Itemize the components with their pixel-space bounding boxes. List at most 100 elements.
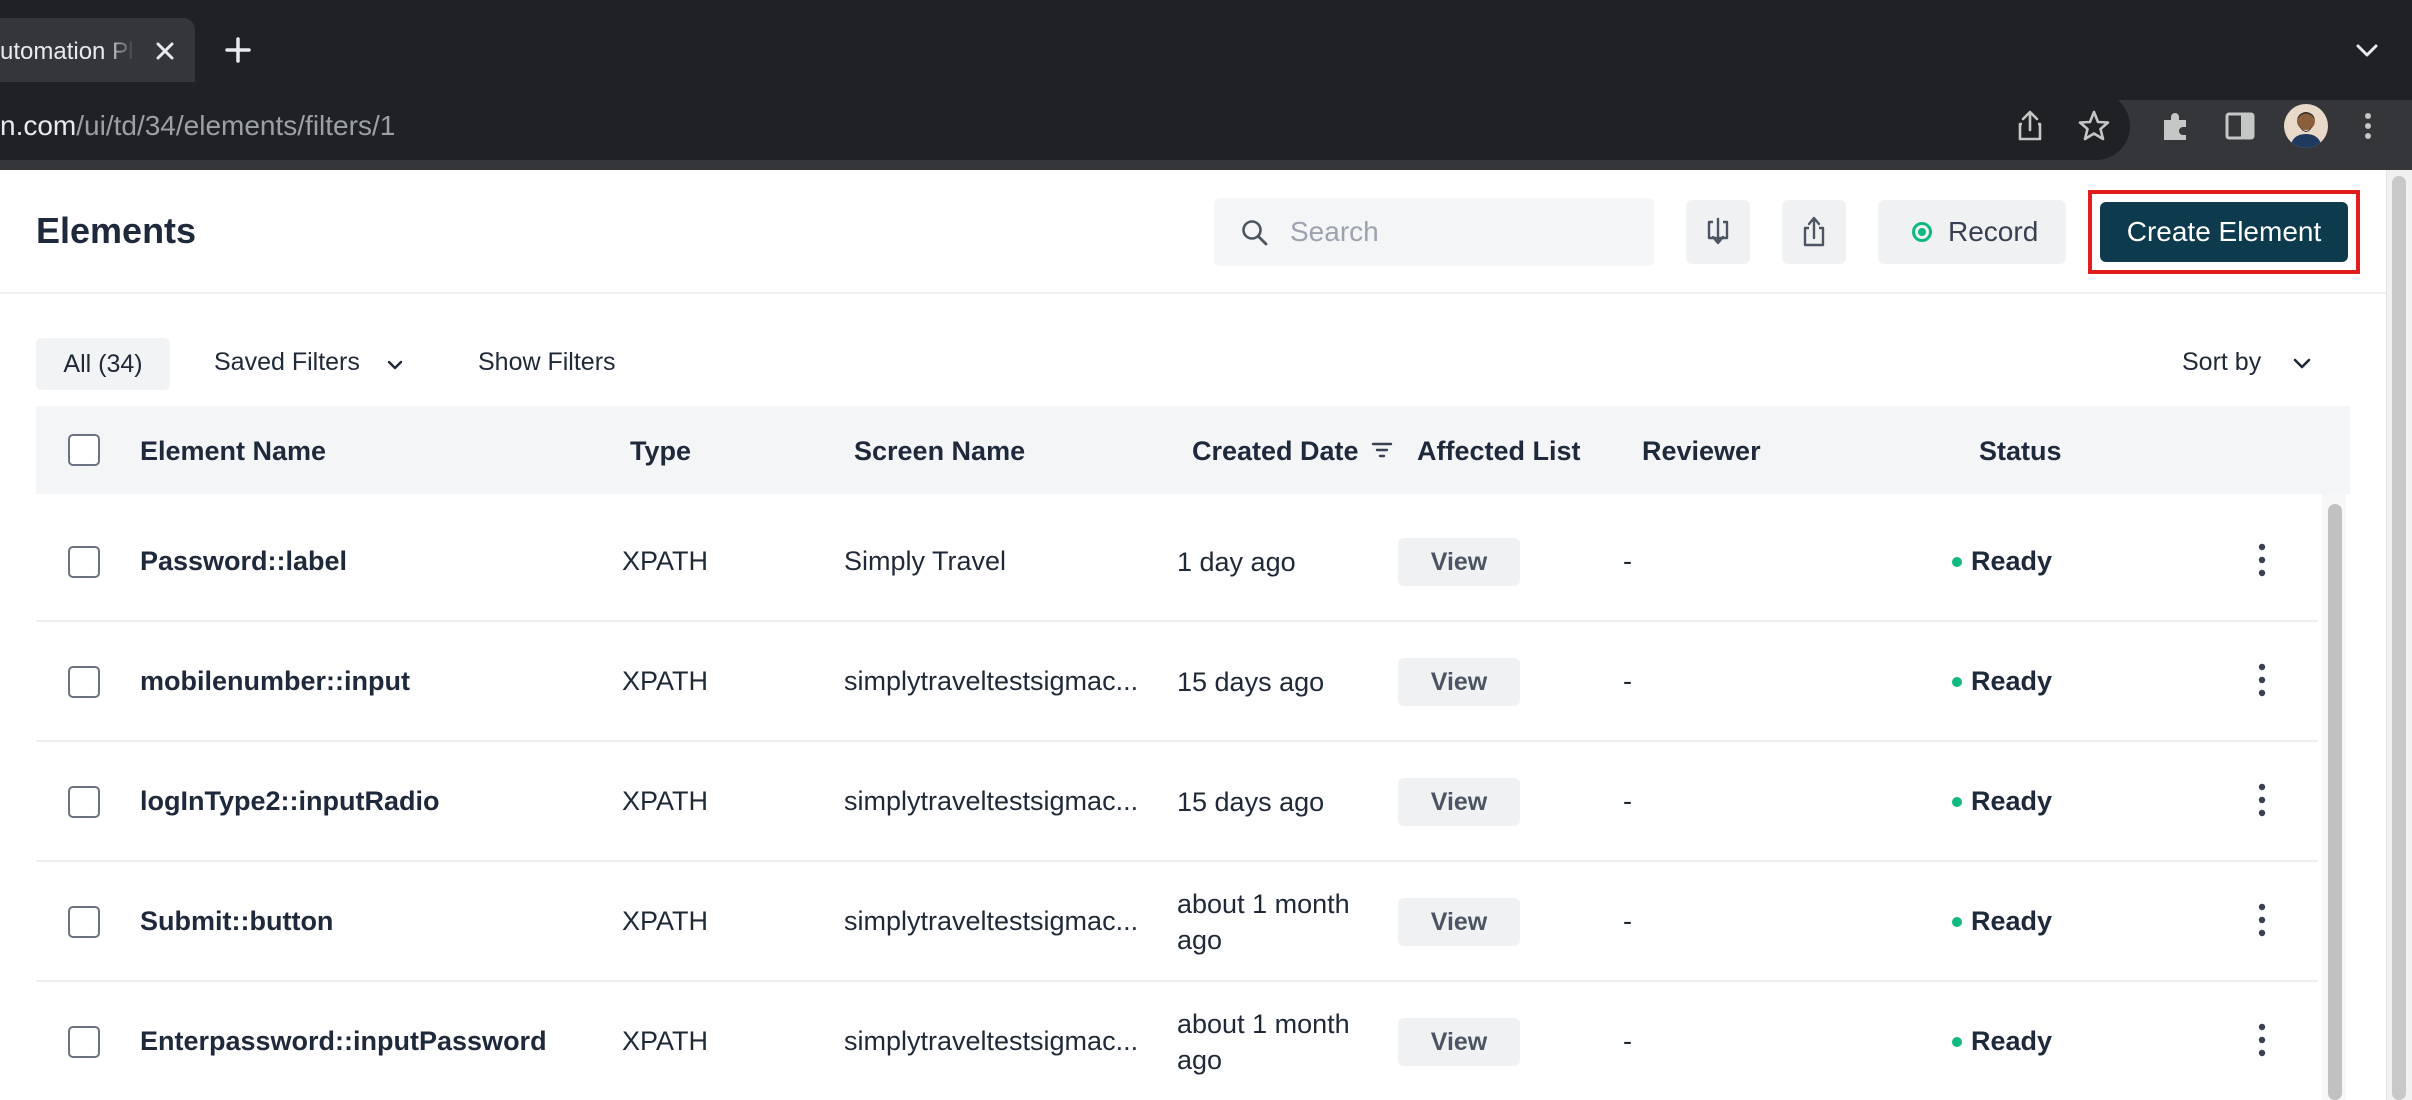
table-scrollbar-thumb[interactable]	[2328, 504, 2342, 1100]
browser-tab-bar: utomation Pl	[0, 0, 2412, 100]
reviewer: -	[1623, 1026, 1632, 1056]
element-type: XPATH	[622, 1026, 709, 1056]
filter-all-chip[interactable]: All (34)	[36, 338, 170, 390]
view-affected-list-button[interactable]: View	[1398, 658, 1520, 706]
element-name[interactable]: Enterpassword::inputPassword	[140, 1026, 547, 1057]
saved-filters-dropdown[interactable]: Saved Filters	[214, 348, 360, 377]
element-name[interactable]: logInType2::inputRadio	[140, 786, 439, 817]
profile-avatar[interactable]	[2284, 104, 2328, 148]
more-vertical-icon[interactable]	[2256, 662, 2268, 698]
column-header-created-date[interactable]: Created Date	[1192, 436, 1359, 467]
export-button[interactable]	[1782, 200, 1846, 264]
import-button[interactable]	[1686, 200, 1750, 264]
status-badge: Ready	[1971, 786, 2053, 816]
browser-tab[interactable]: utomation Pl	[0, 18, 195, 82]
column-header-status[interactable]: Status	[1979, 436, 2062, 467]
more-vertical-icon[interactable]	[2348, 106, 2388, 146]
side-panel-icon[interactable]	[2220, 106, 2260, 146]
app-header: Elements Record Create Element	[0, 170, 2412, 294]
record-label: Record	[1948, 216, 2039, 247]
reviewer: -	[1623, 906, 1632, 936]
chevron-down-icon[interactable]	[2290, 352, 2314, 376]
table-row[interactable]: Submit::button XPATH simplytraveltestsig…	[36, 862, 2318, 982]
element-name[interactable]: Submit::button	[140, 906, 333, 937]
view-affected-list-button[interactable]: View	[1398, 538, 1520, 586]
row-checkbox[interactable]	[68, 906, 100, 938]
screen-name: simplytraveltestsigmac...	[844, 786, 1139, 816]
download-icon	[1707, 217, 1729, 245]
chevron-down-icon[interactable]	[384, 354, 406, 376]
status-badge: Ready	[1971, 666, 2053, 696]
screen-name: simplytraveltestsigmac...	[844, 906, 1139, 936]
create-element-button[interactable]: Create Element	[2100, 202, 2348, 262]
search-box[interactable]	[1214, 198, 1654, 266]
more-vertical-icon[interactable]	[2256, 542, 2268, 578]
view-affected-list-button[interactable]: View	[1398, 1018, 1520, 1066]
sort-by-dropdown[interactable]: Sort by	[2182, 348, 2261, 377]
row-checkbox[interactable]	[68, 786, 100, 818]
page-scrollbar-thumb[interactable]	[2392, 176, 2406, 1100]
column-header-element-name[interactable]: Element Name	[140, 436, 326, 467]
page-title: Elements	[36, 210, 197, 251]
more-vertical-icon[interactable]	[2256, 782, 2268, 818]
column-header-screen-name[interactable]: Screen Name	[854, 436, 1025, 467]
created-date: about 1 month ago	[1177, 1009, 1350, 1075]
table-row[interactable]: Password::label XPATH Simply Travel 1 da…	[36, 502, 2318, 622]
created-date: 1 day ago	[1177, 547, 1296, 577]
view-affected-list-button[interactable]: View	[1398, 898, 1520, 946]
table-header: Element Name Type Screen Name Created Da…	[36, 406, 2350, 494]
element-type: XPATH	[622, 906, 709, 936]
upload-icon	[1803, 216, 1825, 247]
record-button[interactable]: Record	[1878, 200, 2066, 264]
element-type: XPATH	[622, 786, 709, 816]
show-filters-button[interactable]: Show Filters	[478, 348, 616, 377]
table-row[interactable]: mobilenumber::input XPATH simplytravelte…	[36, 622, 2318, 742]
address-bar[interactable]: n.com/ui/td/34/elements/filters/1	[0, 92, 2130, 160]
search-input[interactable]	[1290, 212, 1630, 252]
created-date: 15 days ago	[1177, 787, 1325, 817]
search-icon	[1242, 220, 1268, 246]
status-badge: Ready	[1971, 906, 2053, 936]
filter-sort-icon[interactable]	[1370, 438, 1394, 462]
close-icon[interactable]	[150, 36, 180, 66]
browser-tab-title: utomation Pl	[0, 38, 134, 65]
status-dot-icon	[1952, 917, 1962, 927]
column-header-reviewer[interactable]: Reviewer	[1642, 436, 1761, 467]
chevron-down-icon[interactable]	[2352, 36, 2382, 64]
screen-name: Simply Travel	[844, 546, 1007, 576]
row-checkbox[interactable]	[68, 1026, 100, 1058]
reviewer: -	[1623, 546, 1632, 576]
share-icon[interactable]	[2012, 108, 2048, 144]
row-checkbox[interactable]	[68, 546, 100, 578]
select-all-checkbox[interactable]	[68, 434, 100, 466]
status-badge: Ready	[1971, 546, 2053, 576]
extensions-icon[interactable]	[2156, 106, 2196, 146]
more-vertical-icon[interactable]	[2256, 902, 2268, 938]
status-dot-icon	[1952, 677, 1962, 687]
element-name[interactable]: mobilenumber::input	[140, 666, 410, 697]
status-dot-icon	[1952, 1037, 1962, 1047]
created-date: about 1 month ago	[1177, 889, 1350, 955]
column-header-type[interactable]: Type	[630, 436, 691, 467]
status-dot-icon	[1952, 797, 1962, 807]
reviewer: -	[1623, 786, 1632, 816]
url-text: n.com/ui/td/34/elements/filters/1	[0, 110, 396, 141]
plus-icon[interactable]	[222, 34, 254, 66]
more-vertical-icon[interactable]	[2256, 1022, 2268, 1058]
view-affected-list-button[interactable]: View	[1398, 778, 1520, 826]
record-icon	[1912, 222, 1932, 242]
highlight-box: Create Element	[2088, 190, 2360, 274]
table-row[interactable]: logInType2::inputRadio XPATH simplytrave…	[36, 742, 2318, 862]
star-icon[interactable]	[2076, 108, 2112, 144]
created-date: 15 days ago	[1177, 667, 1325, 697]
screen-name: simplytraveltestsigmac...	[844, 1026, 1139, 1056]
element-name[interactable]: Password::label	[140, 546, 347, 577]
screen-name: simplytraveltestsigmac...	[844, 666, 1139, 696]
reviewer: -	[1623, 666, 1632, 696]
row-checkbox[interactable]	[68, 666, 100, 698]
element-type: XPATH	[622, 546, 709, 576]
table-row[interactable]: Enterpassword::inputPassword XPATH simpl…	[36, 982, 2318, 1100]
status-dot-icon	[1952, 557, 1962, 567]
column-header-affected-list[interactable]: Affected List	[1417, 436, 1581, 467]
status-badge: Ready	[1971, 1026, 2053, 1056]
